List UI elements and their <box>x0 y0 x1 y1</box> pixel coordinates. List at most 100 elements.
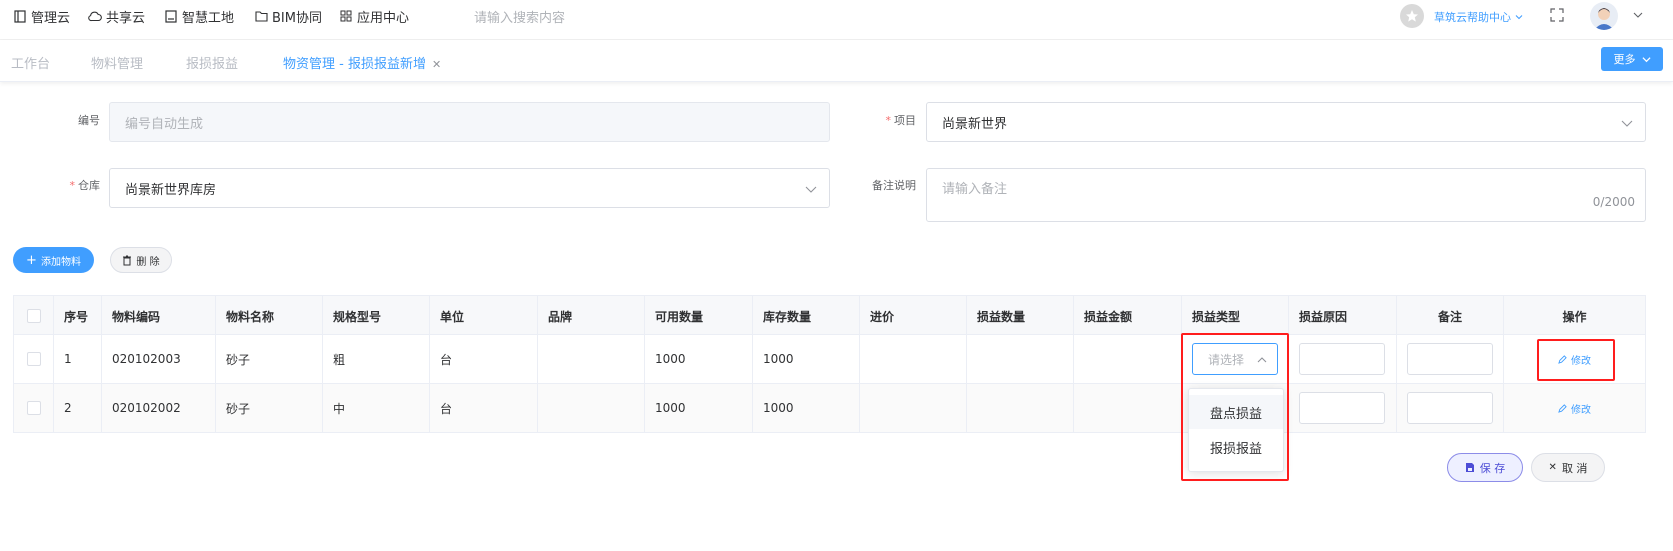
save-icon <box>1465 463 1474 472</box>
delete-button[interactable]: 删 除 <box>110 247 172 273</box>
tab-workbench[interactable]: 工作台 <box>11 53 50 72</box>
row-reason-cell <box>1289 384 1397 432</box>
header-cell: 损益数量 <box>967 296 1074 336</box>
row-remark-cell <box>1397 335 1504 383</box>
header-cell: 品牌 <box>538 296 645 336</box>
row-qty <box>967 384 1074 432</box>
header-cell: 操作 <box>1562 309 1587 324</box>
header-select-all <box>14 296 54 336</box>
nav-item-label: BIM协同 <box>272 10 322 26</box>
row-select-cell <box>14 384 54 432</box>
nav-item-bim[interactable]: BIM协同 <box>254 6 322 26</box>
row-stock: 1000 <box>753 384 860 432</box>
row-checkbox[interactable] <box>26 401 41 415</box>
trash-icon <box>123 255 132 265</box>
row-checkbox[interactable] <box>26 352 41 366</box>
header-cell: 可用数量 <box>645 296 753 336</box>
loss-reason-input[interactable] <box>1299 343 1385 375</box>
grid-icon <box>339 9 353 23</box>
project-value: 尚景新世界 <box>942 116 1008 132</box>
code-label: 编号 <box>78 114 100 127</box>
row-stock: 1000 <box>753 335 860 383</box>
book-icon <box>13 9 27 23</box>
nav-item-app-center[interactable]: 应用中心 <box>339 6 409 26</box>
row-code: 020102003 <box>102 335 216 383</box>
help-center-icon[interactable] <box>1400 4 1424 28</box>
row-remark-input[interactable] <box>1407 392 1493 424</box>
row-available: 1000 <box>645 335 753 383</box>
row-amount <box>1074 335 1182 383</box>
header-cell: 序号 <box>54 296 102 336</box>
nav-item-share-cloud[interactable]: 共享云 <box>88 6 145 26</box>
table-row: 2 020102002 砂子 中 台 1000 1000 修改 <box>13 384 1646 433</box>
remark-placeholder: 请输入备注 <box>942 182 1008 197</box>
delete-label: 删 除 <box>136 256 160 268</box>
remark-label: 备注说明 <box>872 179 916 192</box>
code-input: 编号自动生成 <box>109 102 830 142</box>
user-avatar[interactable] <box>1590 2 1618 30</box>
nav-item-smart-site[interactable]: 智慧工地 <box>164 6 234 26</box>
project-select[interactable]: 尚景新世界 <box>926 102 1646 142</box>
top-nav-bar: 管理云 共享云 智慧工地 BIM协同 应用中心 请输入搜索内容 草筑云帮助中心 <box>0 0 1673 40</box>
row-qty <box>967 335 1074 383</box>
header-cell: 库存数量 <box>753 296 860 336</box>
row-name: 砂子 <box>216 335 323 383</box>
save-button[interactable]: 保 存 <box>1447 453 1523 482</box>
nav-item-management-cloud[interactable]: 管理云 <box>13 6 70 26</box>
row-unit: 台 <box>430 335 538 383</box>
row-action-cell: 修改 <box>1504 384 1645 432</box>
header-cell: 进价 <box>860 296 967 336</box>
row-no: 2 <box>54 384 102 432</box>
chevron-down-icon <box>1515 15 1523 20</box>
row-remark-cell <box>1397 384 1504 432</box>
cancel-button[interactable]: ✕ 取 消 <box>1531 453 1605 482</box>
row-spec: 粗 <box>323 335 430 383</box>
row-reason-cell <box>1289 335 1397 383</box>
row-spec: 中 <box>323 384 430 432</box>
row-unit: 台 <box>430 384 538 432</box>
close-icon[interactable]: ✕ <box>432 58 441 71</box>
more-label: 更多 <box>1613 53 1636 66</box>
tab-label: 物资管理 - 报损报益新增 <box>283 57 426 72</box>
tab-material-management[interactable]: 物料管理 <box>91 53 143 72</box>
select-all-checkbox[interactable] <box>26 309 41 323</box>
fullscreen-icon[interactable] <box>1550 8 1564 22</box>
loss-reason-input[interactable] <box>1299 392 1385 424</box>
row-code: 020102002 <box>102 384 216 432</box>
nav-item-label: 智慧工地 <box>182 10 235 26</box>
edit-icon <box>1558 403 1567 413</box>
chevron-down-icon <box>1641 56 1651 62</box>
header-cell: 损益类型 <box>1182 296 1289 336</box>
cloud-icon <box>88 9 102 23</box>
tab-bar: 工作台 物料管理 报损报益 物资管理 - 报损报益新增 ✕ <box>0 40 1673 82</box>
folder-icon <box>254 9 268 23</box>
header-cell: 备注 <box>1397 296 1504 336</box>
help-center-link[interactable]: 草筑云帮助中心 <box>1434 9 1524 25</box>
remark-counter: 0/2000 <box>1592 195 1635 209</box>
tab-loss-gain[interactable]: 报损报益 <box>186 53 238 72</box>
warehouse-select[interactable]: 尚景新世界库房 <box>109 168 830 208</box>
book-icon <box>164 9 178 23</box>
row-brand <box>538 384 645 432</box>
header-cell: 物料名称 <box>216 296 323 336</box>
chevron-down-icon[interactable] <box>1633 10 1643 20</box>
row-amount <box>1074 384 1182 432</box>
header-cell: 规格型号 <box>323 296 430 336</box>
row-remark-input[interactable] <box>1407 343 1493 375</box>
nav-item-label: 应用中心 <box>357 10 410 26</box>
project-label: * 项目 <box>885 114 917 127</box>
close-icon: ✕ <box>1548 462 1557 473</box>
remark-textarea[interactable]: 请输入备注 0/2000 <box>926 168 1646 222</box>
row-price <box>860 335 967 383</box>
table-header: 序号 物料编码 物料名称 规格型号 单位 品牌 可用数量 库存数量 进价 损益数… <box>13 295 1646 336</box>
edit-link[interactable]: 修改 <box>1558 401 1591 416</box>
more-button[interactable]: 更多 <box>1601 47 1663 71</box>
highlight-box-edit <box>1537 339 1615 381</box>
cancel-label: 取 消 <box>1561 461 1588 475</box>
plus-icon: + <box>26 252 37 268</box>
header-cell: 损益金额 <box>1074 296 1182 336</box>
add-material-button[interactable]: + 添加物料 <box>13 247 94 273</box>
row-name: 砂子 <box>216 384 323 432</box>
tab-loss-gain-new[interactable]: 物资管理 - 报损报益新增 ✕ <box>283 53 441 72</box>
global-search-input[interactable]: 请输入搜索内容 <box>474 7 565 26</box>
